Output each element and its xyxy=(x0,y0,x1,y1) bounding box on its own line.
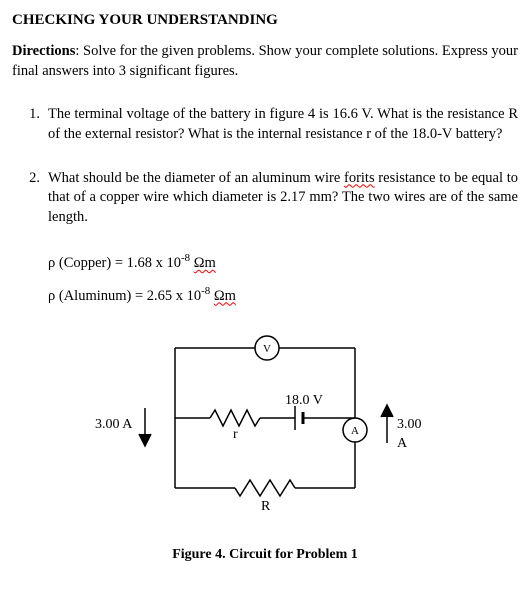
rho-aluminum: ρ (Aluminum) = 2.65 x 10-8 Ωm xyxy=(48,284,518,306)
rho-alum-pre: ρ (Aluminum) = 2.65 x 10 xyxy=(48,287,201,303)
problem-number: 2. xyxy=(12,169,48,228)
external-resistor-label: R xyxy=(261,498,270,517)
problem-text: The terminal voltage of the battery in f… xyxy=(48,105,518,144)
problem-1: 1. The terminal voltage of the battery i… xyxy=(12,105,518,144)
spelling-error: forits xyxy=(344,170,375,186)
voltmeter-symbol: V xyxy=(263,343,271,355)
problem-number: 1. xyxy=(12,105,48,144)
rho-copper-exp: -8 xyxy=(181,252,190,264)
problem-2-pre: What should be the diameter of an alumin… xyxy=(48,170,344,186)
rho-alum-exp: -8 xyxy=(201,285,210,297)
unit-ohm-m: Ωm xyxy=(214,287,236,303)
directions-label: Directions xyxy=(12,43,75,59)
circuit-figure: V A 3.00 A 3.00 A 18.0 V r R xyxy=(115,328,415,528)
right-current-label: 3.00 A xyxy=(397,416,422,454)
directions-text: : Solve for the given problems. Show you… xyxy=(12,43,518,79)
figure-caption: Figure 4. Circuit for Problem 1 xyxy=(12,546,518,565)
problem-2: 2. What should be the diameter of an alu… xyxy=(12,169,518,228)
unit-ohm-m: Ωm xyxy=(194,255,216,271)
section-title: CHECKING YOUR UNDERSTANDING xyxy=(12,10,518,30)
left-current-label: 3.00 A xyxy=(95,416,132,435)
emf-label: 18.0 V xyxy=(285,392,323,411)
ammeter-symbol: A xyxy=(351,425,359,437)
rho-copper: ρ (Copper) = 1.68 x 10-8 Ωm xyxy=(48,251,518,273)
directions: Directions: Solve for the given problems… xyxy=(12,42,518,81)
problem-text: What should be the diameter of an alumin… xyxy=(48,169,518,228)
rho-copper-pre: ρ (Copper) = 1.68 x 10 xyxy=(48,255,181,271)
internal-resistance-label: r xyxy=(233,426,238,445)
